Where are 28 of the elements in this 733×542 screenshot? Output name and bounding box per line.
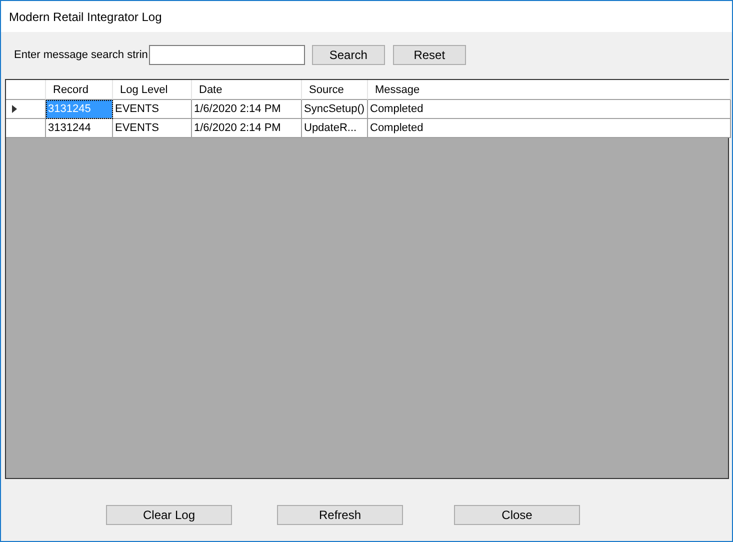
table-cell: 3131244 [46, 119, 113, 138]
table-cell: EVENTS [113, 119, 192, 138]
table-cell: 1/6/2020 2:14 PM [192, 119, 302, 138]
column-header[interactable]: Record [46, 80, 113, 100]
table-cell: Completed [368, 100, 731, 119]
window-title: Modern Retail Integrator Log [1, 1, 732, 32]
search-field[interactable] [148, 45, 305, 65]
search-bar-button[interactable]: Reset [392, 45, 466, 65]
table-cell: EVENTS [113, 100, 192, 119]
table-cell: 3131245 [46, 100, 113, 119]
footer-button[interactable]: Close [454, 505, 580, 525]
table-cell: Completed [368, 119, 731, 138]
table-cell: SyncSetup() [302, 100, 368, 119]
footer-button[interactable]: Clear Log [106, 505, 232, 525]
column-header[interactable]: Date [192, 80, 302, 100]
table-cell: UpdateR... [302, 119, 368, 138]
column-header[interactable]: Message [368, 80, 731, 100]
table-cell: 1/6/2020 2:14 PM [192, 100, 302, 119]
footer-button[interactable]: Refresh [277, 505, 403, 525]
search-bar-button[interactable]: Search [312, 45, 385, 65]
current-row-icon [12, 105, 17, 113]
column-header[interactable]: Source [302, 80, 368, 100]
table-row[interactable]: 3131244 EVENTS 1/6/2020 2:14 PM UpdateR... Completed [6, 119, 728, 138]
column-header[interactable]: Log Level [113, 80, 192, 100]
row-header[interactable] [6, 100, 46, 119]
table-row[interactable]: 3131245 EVENTS 1/6/2020 2:14 PM SyncSetup() Completed [6, 100, 728, 119]
search-label: Enter message search strin [14, 49, 148, 61]
row-header-corner [6, 80, 46, 100]
